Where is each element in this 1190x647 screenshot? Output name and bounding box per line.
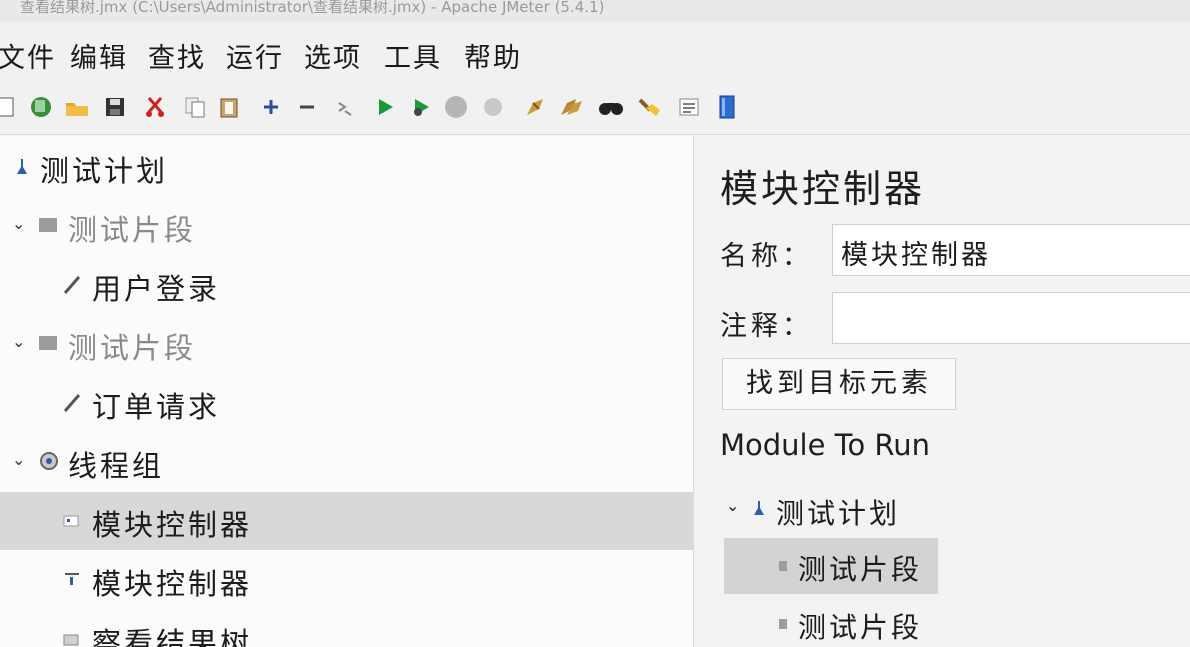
- comment-field[interactable]: [832, 292, 1190, 344]
- fragment-icon: [38, 214, 58, 236]
- module-to-run-label: Module To Run: [720, 428, 931, 462]
- tree-item-sampler[interactable]: 用户登录: [0, 256, 693, 314]
- toolbar: [0, 84, 1190, 135]
- toggle-icon[interactable]: [332, 94, 358, 120]
- module-tree-item-test-plan[interactable]: ⌄ 测试计划: [724, 482, 938, 538]
- tree-item-module-controller[interactable]: 模块控制器: [0, 492, 693, 550]
- copy-icon[interactable]: [182, 94, 208, 120]
- help-icon[interactable]: [714, 94, 740, 120]
- menu-file[interactable]: 文件: [0, 36, 56, 75]
- expand-icon[interactable]: [258, 94, 284, 120]
- tree-item-fragment[interactable]: ⌄ 测试片段: [0, 197, 693, 255]
- test-plan-icon: [14, 155, 34, 177]
- sampler-icon: [62, 391, 82, 413]
- tree-item-label: 测试片段: [68, 331, 197, 365]
- tree-item-thread-group[interactable]: ⌄ 线程组: [0, 433, 693, 491]
- module-tree-label: 测试计划: [776, 497, 901, 530]
- chevron-down-icon[interactable]: ⌄: [12, 450, 25, 469]
- collapse-icon[interactable]: [294, 94, 320, 120]
- stop-icon[interactable]: [443, 94, 469, 120]
- tree-item-sampler[interactable]: 订单请求: [0, 374, 693, 432]
- fragment-icon: [38, 332, 58, 354]
- menu-run[interactable]: 运行: [226, 36, 284, 75]
- menu-help[interactable]: 帮助: [464, 36, 522, 75]
- module-tree-label: 测试片段: [798, 553, 923, 586]
- listener-icon: [62, 627, 82, 647]
- chevron-down-icon[interactable]: ⌄: [12, 214, 25, 233]
- start-no-timers-icon[interactable]: [408, 94, 434, 120]
- thread-group-icon: [38, 450, 58, 472]
- module-tree-item-fragment[interactable]: 测试片段: [724, 596, 938, 647]
- menu-edit[interactable]: 编辑: [70, 36, 128, 75]
- start-icon[interactable]: [372, 94, 398, 120]
- tree-item-listener[interactable]: 察看结果树: [0, 610, 693, 647]
- menu-search[interactable]: 查找: [148, 36, 206, 75]
- reset-search-icon[interactable]: [636, 94, 662, 120]
- name-label: 名称：: [720, 241, 813, 272]
- module-controller-panel: 模块控制器 名称： 模块控制器 注释： 找到目标元素 Module To Run…: [694, 136, 1190, 647]
- fragment-icon: [778, 558, 788, 577]
- cut-icon[interactable]: [142, 94, 168, 120]
- paste-icon[interactable]: [216, 94, 242, 120]
- clear-all-icon[interactable]: [558, 94, 584, 120]
- menu-tools[interactable]: 工具: [384, 36, 442, 75]
- save-icon[interactable]: [102, 94, 128, 120]
- tree-item-label: 线程组: [68, 449, 165, 483]
- shutdown-icon[interactable]: [480, 94, 506, 120]
- tree-item-test-plan[interactable]: 测试计划: [0, 138, 693, 196]
- name-field[interactable]: 模块控制器: [832, 224, 1190, 276]
- tree-item-label: 模块控制器: [92, 508, 253, 542]
- tree-item-label: 察看结果树: [92, 626, 253, 647]
- module-controller-icon: [62, 509, 82, 531]
- new-icon[interactable]: [0, 94, 20, 120]
- tree-item-fragment[interactable]: ⌄ 测试片段: [0, 315, 693, 373]
- module-tree-item-fragment[interactable]: 测试片段: [724, 538, 938, 594]
- tree-item-label: 测试计划: [40, 154, 169, 188]
- fragment-icon: [778, 616, 788, 635]
- templates-icon[interactable]: [28, 94, 54, 120]
- search-icon[interactable]: [598, 94, 624, 120]
- tree-item-label: 模块控制器: [92, 567, 253, 601]
- chevron-down-icon[interactable]: ⌄: [12, 332, 25, 351]
- comment-label: 注释：: [720, 311, 813, 342]
- module-controller-icon: [62, 568, 82, 590]
- window-title: 查看结果树.jmx (C:\Users\Administrator\查看结果树.…: [0, 0, 1190, 22]
- function-helper-icon[interactable]: [676, 94, 702, 120]
- panel-title: 模块控制器: [720, 167, 926, 211]
- sampler-icon: [62, 273, 82, 295]
- test-plan-icon: [752, 498, 766, 522]
- open-icon[interactable]: [64, 94, 90, 120]
- chevron-down-icon[interactable]: ⌄: [726, 496, 739, 515]
- module-tree: ⌄ 测试计划 测试片段 测试片段: [724, 482, 944, 647]
- tree-item-label: 订单请求: [92, 390, 221, 424]
- menu-bar: 文件 编辑 查找 运行 选项 工具 帮助: [0, 22, 1190, 84]
- tree-item-module-controller[interactable]: 模块控制器: [0, 551, 693, 609]
- clear-icon[interactable]: [522, 94, 548, 120]
- module-tree-label: 测试片段: [798, 611, 923, 644]
- menu-options[interactable]: 选项: [304, 36, 362, 75]
- find-target-button[interactable]: 找到目标元素: [722, 358, 956, 410]
- tree-item-label: 测试片段: [68, 213, 197, 247]
- tree-item-label: 用户登录: [92, 272, 221, 306]
- test-plan-tree: 测试计划 ⌄ 测试片段 用户登录 ⌄ 测试片段 订单请求 ⌄ 线程组 模块控制器…: [0, 136, 694, 647]
